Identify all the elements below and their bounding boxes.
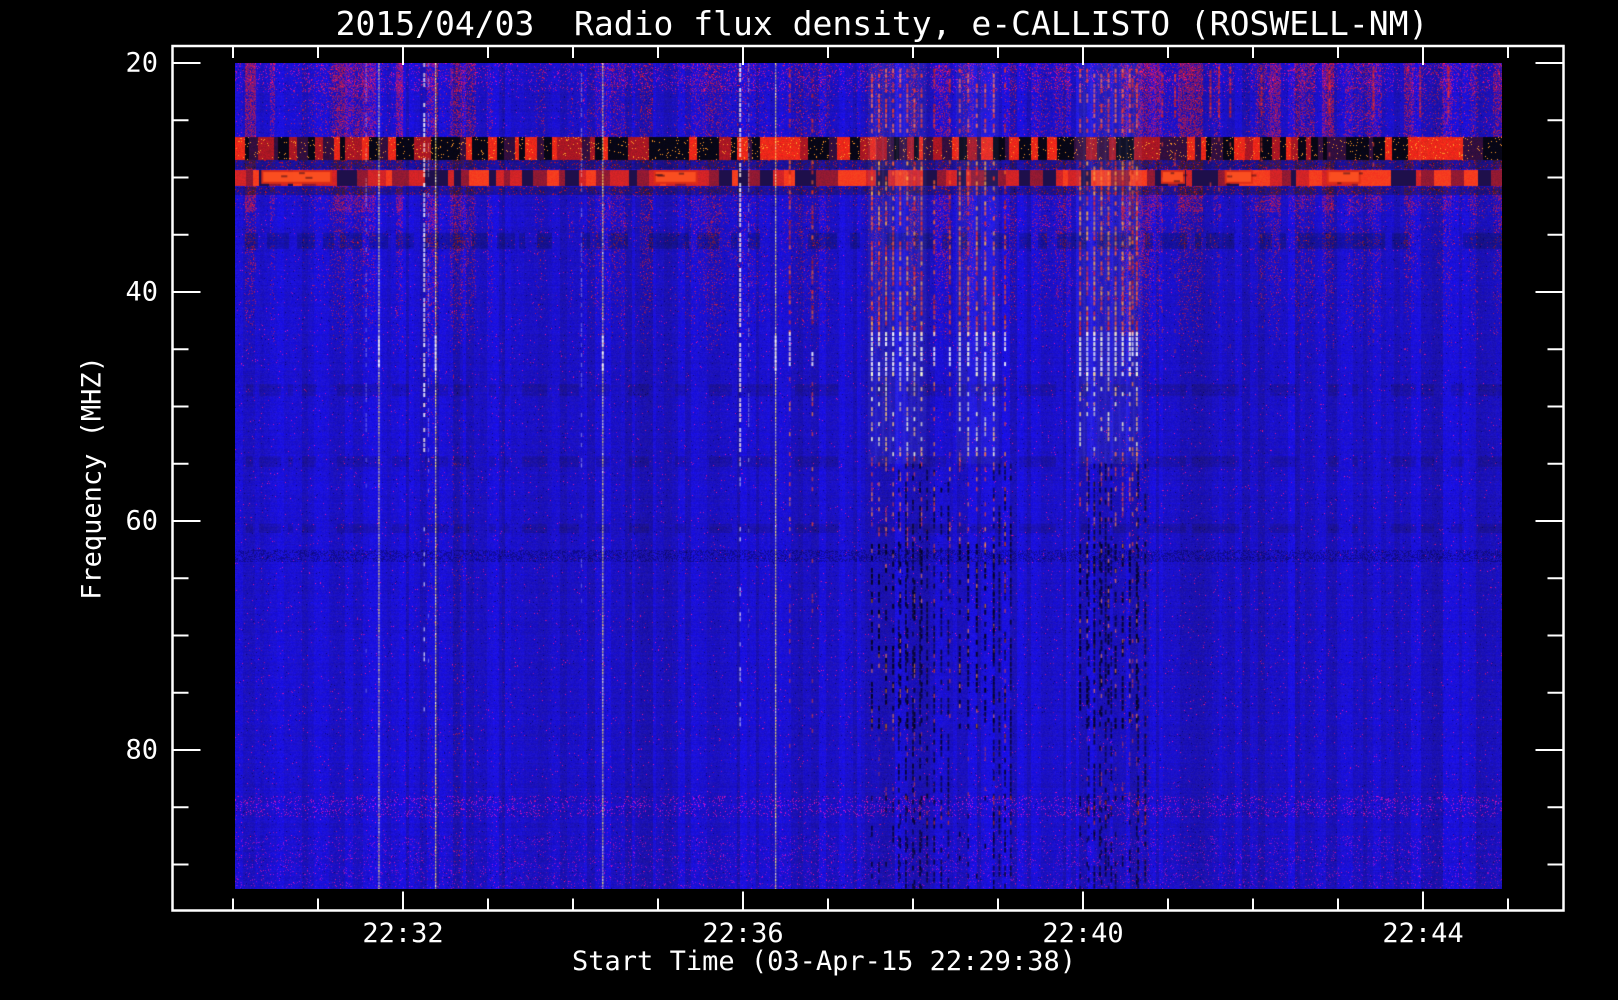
y-tick-label: 80 bbox=[125, 734, 158, 766]
y-axis-title: Frequency (MHZ) bbox=[76, 356, 108, 600]
axes-frame bbox=[171, 44, 1565, 912]
x-tick-label: 22:36 bbox=[702, 918, 784, 949]
y-tick-label: 20 bbox=[125, 47, 158, 79]
x-tick-label: 22:44 bbox=[1382, 918, 1464, 949]
spectrogram-page: 2015/04/03 Radio flux density, e-CALLIST… bbox=[0, 0, 1618, 1000]
x-tick-label: 22:40 bbox=[1042, 918, 1124, 949]
plot-frame bbox=[171, 44, 1565, 912]
y-tick-label: 60 bbox=[125, 505, 158, 537]
x-tick-label: 22:32 bbox=[362, 918, 444, 949]
x-axis-title: Start Time (03-Apr-15 22:29:38) bbox=[572, 946, 1076, 977]
y-tick-label: 40 bbox=[125, 276, 158, 308]
